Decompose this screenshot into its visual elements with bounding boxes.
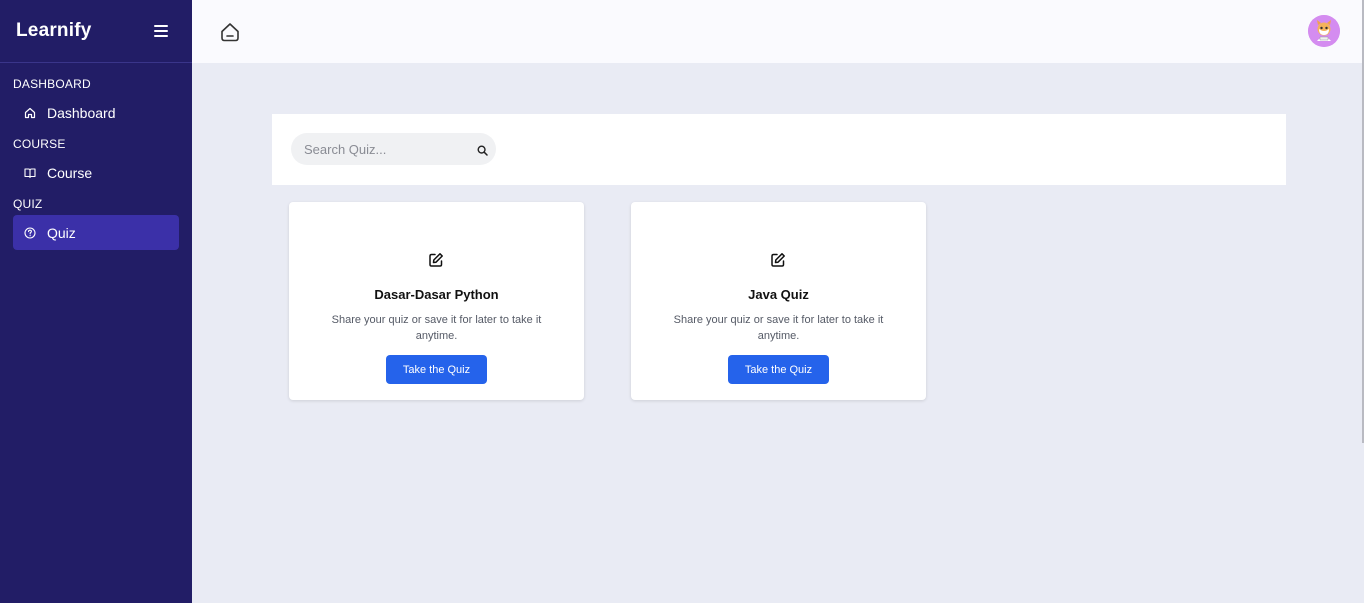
sidebar: Learnify DASHBOARD Dashboard COURSE Cour… xyxy=(0,0,192,603)
home-icon xyxy=(24,107,36,119)
quiz-description: Share your quiz or save it for later to … xyxy=(331,314,542,342)
sidebar-item-quiz[interactable]: Quiz xyxy=(13,215,179,250)
menu-toggle-icon[interactable] xyxy=(154,25,168,37)
section-heading-quiz: QUIZ xyxy=(13,197,43,211)
user-avatar[interactable] xyxy=(1308,15,1340,47)
section-heading-course: COURSE xyxy=(13,137,66,151)
nav-section-dashboard: DASHBOARD Dashboard xyxy=(0,77,192,130)
take-quiz-button[interactable]: Take the Quiz xyxy=(728,355,829,384)
question-circle-icon xyxy=(24,226,36,239)
quiz-title: Java Quiz xyxy=(748,287,809,302)
take-quiz-button[interactable]: Take the Quiz xyxy=(386,355,487,384)
nav-section-quiz: QUIZ Quiz xyxy=(0,197,192,250)
quiz-title: Dasar-Dasar Python xyxy=(374,287,499,302)
home-icon[interactable] xyxy=(219,21,241,43)
sidebar-item-label: Course xyxy=(47,164,93,181)
brand-logo[interactable]: Learnify xyxy=(16,20,92,42)
quiz-description: Share your quiz or save it for later to … xyxy=(673,314,884,342)
section-heading-dashboard: DASHBOARD xyxy=(13,77,91,91)
search-icon[interactable] xyxy=(477,143,488,156)
sidebar-item-dashboard[interactable]: Dashboard xyxy=(13,95,179,130)
book-open-icon xyxy=(24,167,36,179)
quiz-card: Java Quiz Share your quiz or save it for… xyxy=(631,202,926,400)
search-panel xyxy=(272,114,1286,185)
search-box xyxy=(291,133,496,165)
sidebar-item-label: Quiz xyxy=(47,224,76,241)
sidebar-header: Learnify xyxy=(0,0,192,63)
nav-section-course: COURSE Course xyxy=(0,137,192,190)
top-bar xyxy=(192,0,1362,63)
sidebar-item-course[interactable]: Course xyxy=(13,155,179,190)
edit-icon xyxy=(428,252,444,268)
quiz-card: Dasar-Dasar Python Share your quiz or sa… xyxy=(289,202,584,400)
search-input[interactable] xyxy=(291,141,466,157)
edit-icon xyxy=(770,252,786,268)
sidebar-item-label: Dashboard xyxy=(47,104,116,121)
